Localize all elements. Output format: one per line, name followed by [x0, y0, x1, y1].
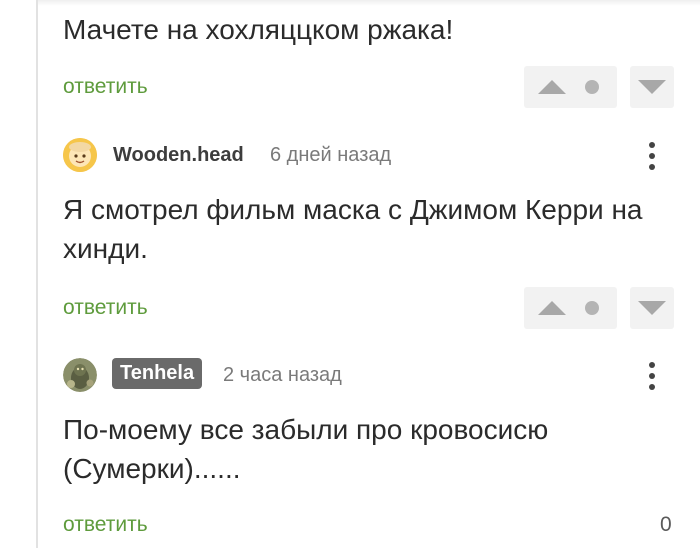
vote-panel: [524, 287, 617, 329]
dot-icon: [585, 80, 599, 94]
avatar-character-icon: [63, 358, 97, 392]
dot-icon: [585, 301, 599, 315]
reply-link[interactable]: ответить: [63, 513, 148, 537]
upvote-icon[interactable]: [538, 301, 566, 315]
downvote-button[interactable]: [630, 287, 674, 329]
avatar[interactable]: [63, 358, 97, 392]
comment-text: По-моему все забыли про кровосисю (Сумер…: [63, 414, 549, 484]
downvote-button[interactable]: [630, 66, 674, 108]
upvote-icon[interactable]: [538, 80, 566, 94]
comment-time[interactable]: 2 часа назад: [223, 364, 342, 387]
top-divider-shadow: [38, 0, 700, 6]
comment-author[interactable]: Wooden.head: [113, 144, 244, 167]
comment-time[interactable]: 6 дней назад: [270, 144, 391, 167]
vote-panel: [524, 66, 617, 108]
avatar[interactable]: [63, 138, 97, 172]
comment-author-badge[interactable]: Tenhela: [112, 358, 203, 389]
downvote-icon: [638, 301, 666, 315]
reply-link[interactable]: ответить: [63, 75, 148, 99]
kebab-menu-icon[interactable]: [646, 360, 658, 392]
comment-thread-line: [36, 0, 38, 548]
avatar-face-icon: [63, 138, 97, 172]
downvote-icon: [638, 80, 666, 94]
comment-score: 0: [660, 513, 672, 536]
comment-text: Мачете на хохляццком ржака!: [63, 14, 454, 45]
comment-text: Я смотрел фильм маска с Джимом Керри на …: [63, 194, 643, 264]
reply-link[interactable]: ответить: [63, 296, 148, 320]
kebab-menu-icon[interactable]: [646, 140, 658, 172]
